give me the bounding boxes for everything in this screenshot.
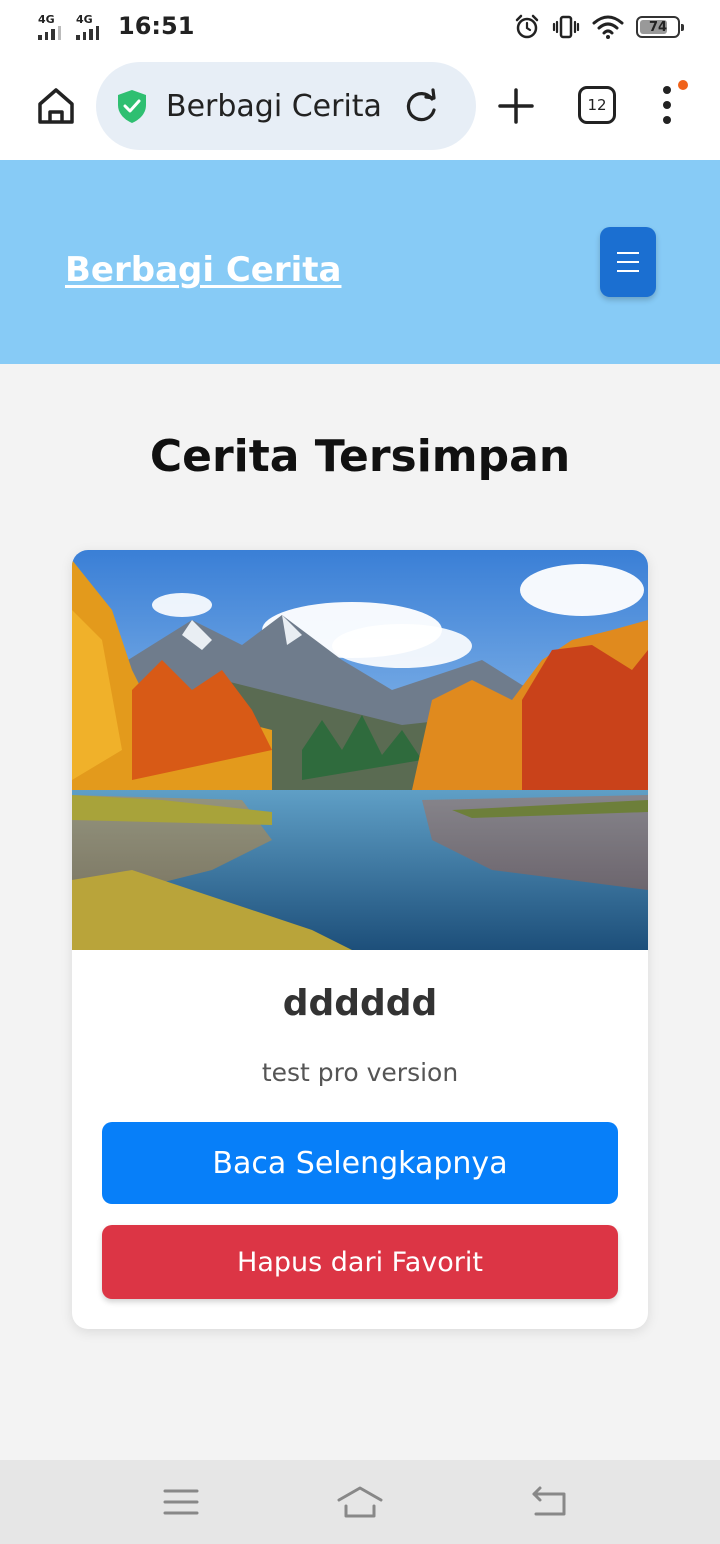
- battery-level: 74: [648, 19, 668, 35]
- reload-icon[interactable]: [402, 88, 440, 126]
- hamburger-icon: [617, 252, 639, 254]
- back-icon[interactable]: [524, 1482, 574, 1522]
- story-card: dddddd test pro version Baca Selengkapny…: [72, 550, 648, 1329]
- battery-icon: 74: [636, 16, 684, 38]
- signal-icon: 4G: [38, 14, 68, 40]
- menu-button[interactable]: [600, 227, 656, 297]
- tab-switcher-button[interactable]: 12: [578, 86, 616, 124]
- address-bar[interactable]: Berbagi Cerita: [96, 62, 476, 150]
- vibrate-icon: [552, 15, 580, 39]
- notification-dot-icon: [678, 80, 688, 90]
- tab-count: 12: [587, 96, 607, 114]
- url-title: Berbagi Cerita: [166, 89, 382, 124]
- story-title: dddddd: [282, 983, 438, 1024]
- clock: 16:51: [118, 12, 195, 40]
- new-tab-icon[interactable]: [494, 84, 538, 128]
- remove-favorite-button[interactable]: Hapus dari Favorit: [102, 1225, 618, 1299]
- story-description: test pro version: [261, 1058, 459, 1087]
- secure-shield-icon: [118, 90, 146, 123]
- signal-icon: 4G: [76, 14, 106, 40]
- status-bar: 4G 4G 16:51 74: [0, 0, 720, 58]
- page-title: Cerita Tersimpan: [149, 431, 571, 482]
- story-image: [72, 550, 648, 950]
- browser-menu-button[interactable]: [650, 80, 690, 130]
- network-type-2: 4G: [76, 13, 93, 26]
- brand-link[interactable]: Berbagi Cerita: [65, 248, 341, 292]
- read-more-button[interactable]: Baca Selengkapnya: [102, 1122, 618, 1204]
- home-icon[interactable]: [34, 84, 78, 128]
- browser-toolbar: Berbagi Cerita 12: [0, 58, 720, 160]
- alarm-icon: [515, 14, 539, 39]
- home-nav-icon[interactable]: [335, 1482, 385, 1522]
- recent-apps-icon[interactable]: [156, 1482, 206, 1522]
- network-type-1: 4G: [38, 13, 55, 26]
- app-header: Berbagi Cerita: [0, 160, 720, 364]
- wifi-icon: [592, 15, 624, 39]
- system-nav-bar: [0, 1460, 720, 1544]
